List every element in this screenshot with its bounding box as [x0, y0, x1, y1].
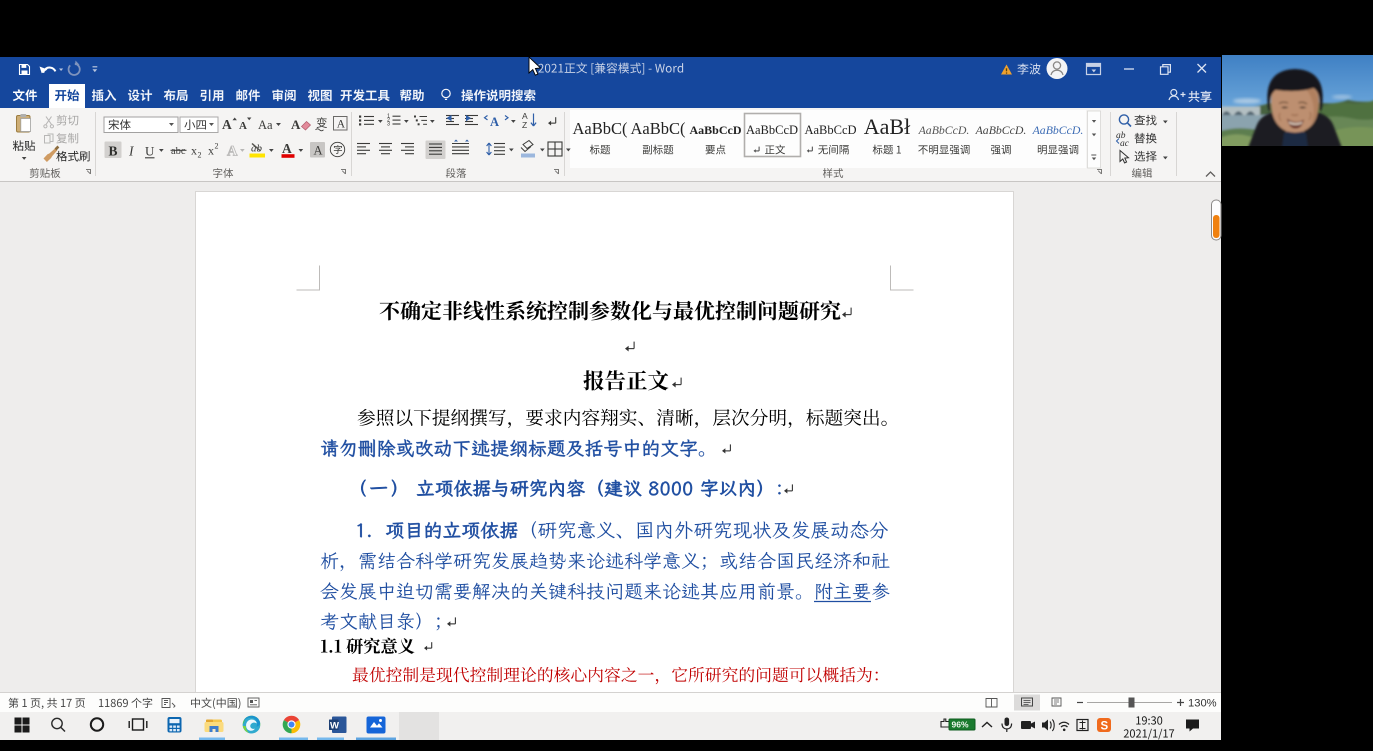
svg-text:A: A — [282, 141, 292, 156]
svg-text:AaBbC(: AaBbC( — [631, 119, 686, 138]
svg-text:A: A — [337, 119, 346, 131]
svg-text:ac: ac — [1120, 139, 1130, 149]
svg-text:AaBbCcD: AaBbCcD — [804, 123, 856, 137]
svg-text:A: A — [291, 117, 301, 132]
svg-text:AaBbCcD.: AaBbCcD. — [918, 123, 970, 137]
svg-text:AaBbCcD.: AaBbCcD. — [975, 123, 1027, 137]
svg-text:AaBbCcD.: AaBbCcD. — [1032, 123, 1084, 137]
svg-text:130%: 130% — [1188, 698, 1217, 710]
svg-text:U: U — [145, 144, 155, 159]
svg-text:AaBbC(: AaBbC( — [573, 119, 628, 138]
svg-text:AaBbCcD: AaBbCcD — [746, 123, 798, 137]
svg-text:abc: abc — [171, 146, 186, 157]
svg-text:A: A — [222, 117, 232, 132]
svg-text:Z: Z — [522, 120, 527, 130]
svg-text:96%: 96% — [952, 720, 969, 730]
svg-text:2: 2 — [215, 142, 219, 151]
svg-text:W: W — [330, 721, 339, 732]
svg-text:3: 3 — [387, 121, 390, 127]
svg-text:Aa: Aa — [258, 118, 273, 132]
svg-text:x: x — [191, 144, 197, 158]
svg-text:A: A — [490, 115, 499, 129]
svg-text:AaBbCcD: AaBbCcD — [689, 123, 741, 137]
svg-text:2: 2 — [198, 151, 202, 160]
svg-text:S: S — [1101, 721, 1109, 733]
svg-text:AaBł: AaBł — [864, 114, 910, 139]
svg-text:A: A — [314, 144, 323, 158]
svg-text:B: B — [109, 144, 118, 159]
svg-text:I: I — [128, 144, 135, 159]
svg-text:A: A — [227, 144, 238, 160]
svg-text:x: x — [208, 144, 214, 158]
svg-text:A: A — [239, 120, 247, 132]
